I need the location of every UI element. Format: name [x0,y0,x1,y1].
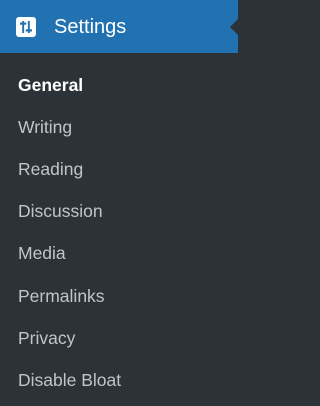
settings-submenu: General Writing Reading Discussion Media… [0,53,238,402]
submenu-item-privacy[interactable]: Privacy [0,317,238,359]
submenu-item-general[interactable]: General [0,64,238,106]
settings-sliders-icon [14,15,38,39]
current-menu-pointer [230,18,238,35]
admin-settings-menu: Settings General Writing Reading Discuss… [0,0,238,406]
submenu-item-reading[interactable]: Reading [0,148,238,190]
submenu-item-permalinks[interactable]: Permalinks [0,275,238,317]
settings-menu-title: Settings [54,15,127,38]
settings-menu-header[interactable]: Settings [0,0,238,53]
submenu-item-disable-bloat[interactable]: Disable Bloat [0,359,238,401]
submenu-item-discussion[interactable]: Discussion [0,191,238,233]
submenu-item-writing[interactable]: Writing [0,106,238,148]
submenu-item-media[interactable]: Media [0,233,238,275]
